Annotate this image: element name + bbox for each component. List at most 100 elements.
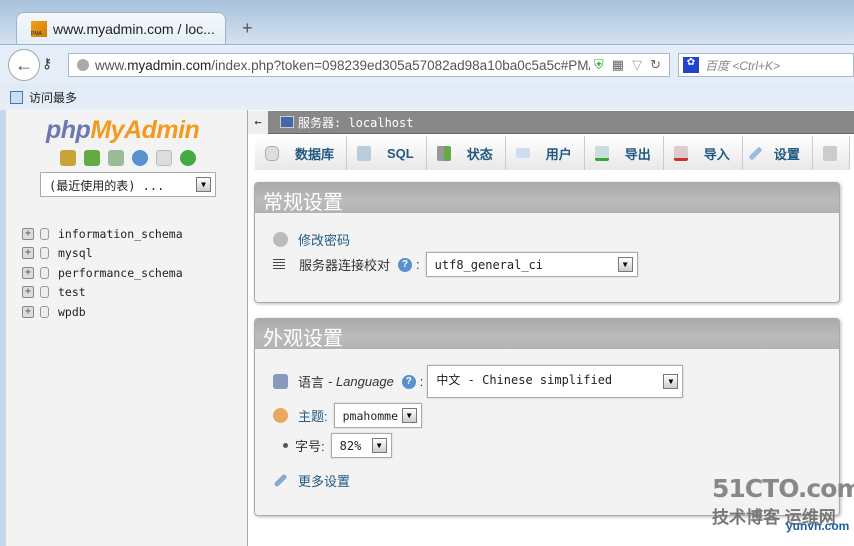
change-password-row[interactable]: 修改密码	[273, 230, 350, 249]
language-icon	[273, 374, 288, 389]
panel-title: 外观设置	[255, 319, 839, 350]
new-tab-button[interactable]: +	[242, 18, 253, 39]
change-password-link[interactable]: 修改密码	[298, 230, 350, 249]
url-domain: myadmin.com	[127, 57, 212, 73]
status-icon	[436, 145, 451, 161]
url-path: /index.php?token=098239ed305a57082ad98a1…	[211, 57, 616, 73]
database-item[interactable]: + mysql	[22, 244, 183, 264]
collation-select[interactable]: utf8_general_ci ▼	[425, 252, 638, 277]
language-select[interactable]: 中文 - Chinese simplified ▼	[427, 365, 684, 398]
export-icon	[594, 145, 609, 161]
quick-icons	[60, 150, 196, 166]
chevron-down-icon[interactable]: ▼	[617, 257, 633, 272]
theme-select[interactable]: pmahomme ▼	[333, 403, 422, 428]
globe-icon	[77, 59, 89, 71]
font-size-label: 字号:	[295, 439, 325, 454]
general-settings-panel: 常规设置 修改密码 服务器连接校对 ?: utf8_general_ci ▼	[254, 182, 840, 303]
home-icon[interactable]	[60, 150, 76, 166]
wrench-icon	[273, 473, 288, 488]
expand-icon[interactable]: +	[22, 305, 34, 318]
logout-icon[interactable]	[84, 150, 100, 166]
query-window-icon[interactable]	[108, 150, 124, 166]
database-item[interactable]: + wpdb	[22, 302, 183, 322]
language-row: 语言 - Language ?: 中文 - Chinese simplified…	[273, 365, 684, 398]
pma-favicon-icon: PMA	[31, 20, 47, 37]
tab-import[interactable]: 导入	[663, 136, 743, 170]
recent-tables-value: (最近使用的表) ...	[49, 179, 165, 193]
help-icon[interactable]	[132, 150, 148, 166]
database-name[interactable]: mysql	[58, 246, 93, 260]
more-settings-row[interactable]: 更多设置	[273, 471, 350, 490]
sql-icon	[357, 145, 372, 161]
database-item[interactable]: + information_schema	[22, 224, 183, 244]
shield-icon[interactable]: ⛨	[594, 57, 604, 73]
expand-icon[interactable]: +	[22, 227, 34, 240]
theme-label[interactable]: 主题:	[298, 406, 328, 425]
database-item[interactable]: + performance_schema	[22, 263, 183, 283]
top-menu: 数据库 SQL 状态 用户 导出 导入 设置	[255, 136, 854, 170]
navigation-panel: phpMyAdmin (最近使用的表) ... ▼ + information_s…	[0, 110, 248, 546]
phpmyadmin-logo[interactable]: phpMyAdmin	[46, 116, 200, 145]
key-icon[interactable]: ⚷	[42, 55, 52, 72]
help-icon[interactable]: ?	[398, 257, 413, 272]
recent-tables-select[interactable]: (最近使用的表) ... ▼	[40, 172, 216, 197]
database-icon	[40, 227, 49, 240]
chevron-down-icon[interactable]: ▼	[196, 177, 211, 192]
database-item[interactable]: + test	[22, 283, 183, 303]
database-tree: + information_schema + mysql + performance_…	[22, 224, 183, 322]
address-bar[interactable]: www. myadmin.com/index.php?token=098239ed…	[68, 53, 670, 77]
browser-chrome: PMA www.myadmin.com / loc... + ← ⚷ www. m…	[0, 0, 854, 110]
reload-icon[interactable]: ↻	[650, 57, 661, 73]
expand-icon[interactable]: +	[22, 286, 34, 299]
wrench-icon	[748, 145, 763, 161]
tab-settings[interactable]: 设置	[742, 136, 813, 170]
collapse-panel-button[interactable]: ←	[248, 110, 268, 134]
server-label[interactable]: 服务器: localhost	[298, 114, 413, 131]
tab-status[interactable]: 状态	[426, 136, 506, 170]
server-breadcrumb-bar: ← 服务器: localhost	[248, 110, 854, 134]
bullet-icon	[283, 443, 288, 448]
bookmark-icon	[10, 91, 23, 104]
database-name[interactable]: test	[58, 285, 86, 299]
lock-edit-icon	[273, 232, 288, 247]
users-icon	[515, 148, 530, 158]
more-settings-link[interactable]: 更多设置	[298, 471, 350, 490]
collation-row: 服务器连接校对 ?: utf8_general_ci ▼	[273, 252, 638, 277]
documentation-icon[interactable]	[156, 150, 172, 166]
theme-row: 主题: pmahomme ▼	[273, 403, 422, 428]
tab-users[interactable]: 用户	[505, 136, 585, 170]
database-icon	[40, 305, 49, 318]
search-box[interactable]: ✿ 百度 <Ctrl+K>	[678, 53, 854, 77]
tab-more[interactable]	[812, 136, 850, 170]
navigation-bar: ← ⚷ www. myadmin.com/index.php?token=0982…	[0, 44, 854, 84]
tab-sql[interactable]: SQL	[347, 136, 427, 170]
font-size-select[interactable]: 82% ▼	[330, 433, 392, 458]
chevron-down-icon[interactable]: ▼	[401, 408, 417, 423]
database-name[interactable]: performance_schema	[58, 266, 183, 280]
list-icon	[273, 259, 285, 270]
chevron-down-icon[interactable]: ▼	[663, 374, 679, 389]
reload-icon[interactable]	[180, 150, 196, 166]
qr-code-icon[interactable]: ▦	[612, 57, 624, 73]
palette-icon	[273, 408, 288, 423]
baidu-paw-icon[interactable]: ✿	[683, 57, 699, 73]
expand-icon[interactable]: +	[22, 266, 34, 279]
tab-export[interactable]: 导出	[584, 136, 664, 170]
collation-label: 服务器连接校对	[299, 258, 391, 273]
database-name[interactable]: information_schema	[58, 227, 183, 241]
tab-title: www.myadmin.com / loc...	[53, 20, 215, 37]
bookmark-label: 访问最多	[29, 91, 78, 105]
chevron-down-icon[interactable]: ▼	[371, 438, 387, 453]
dropdown-arrow-icon[interactable]: ▽	[632, 57, 642, 73]
help-icon[interactable]: ?	[401, 374, 416, 389]
tab-databases[interactable]: 数据库	[255, 136, 348, 170]
browser-tab[interactable]: PMA www.myadmin.com / loc...	[16, 12, 226, 44]
expand-icon[interactable]: +	[22, 247, 34, 260]
replication-icon	[822, 145, 837, 161]
database-icon	[265, 145, 279, 161]
import-icon	[673, 145, 688, 161]
back-button[interactable]: ←	[8, 49, 40, 81]
watermark-logo: 51CTO.com 技术博客 运维网 yunvn.com	[712, 474, 854, 533]
database-name[interactable]: wpdb	[58, 305, 86, 319]
bookmark-most-visited[interactable]: 访问最多	[10, 89, 77, 106]
